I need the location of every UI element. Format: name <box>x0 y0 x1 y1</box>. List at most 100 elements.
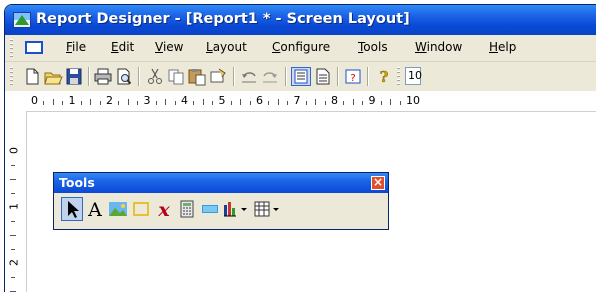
tools-palette: Tools × A x <box>53 172 389 230</box>
ruler-tick <box>315 99 317 105</box>
svg-text:x: x <box>157 199 170 221</box>
toolbar-grip[interactable] <box>10 67 13 86</box>
svg-text:A: A <box>87 199 102 221</box>
layout-view-icon[interactable] <box>291 67 311 86</box>
vertical-ruler-tick <box>11 193 15 194</box>
ruler-tick <box>287 101 289 105</box>
ruler-tick <box>62 101 64 105</box>
vertical-ruler-tick <box>11 165 15 166</box>
ruler-tick <box>137 101 139 105</box>
format-painter-icon[interactable] <box>208 67 228 86</box>
ruler-tick <box>268 101 270 105</box>
menu-configure[interactable]: Configure <box>272 40 330 54</box>
tools-palette-body: A x <box>54 193 388 229</box>
print-preview-icon[interactable] <box>114 67 134 86</box>
copy-icon[interactable] <box>166 67 186 86</box>
ruler-label: 5 <box>218 94 226 107</box>
text-icon[interactable]: A <box>84 197 106 221</box>
ruler-tick <box>43 101 45 105</box>
menu-help[interactable]: Help <box>489 40 516 54</box>
vertical-ruler-tick <box>10 235 16 236</box>
ruler-label: 2 <box>106 94 113 107</box>
document-icon[interactable] <box>25 41 43 54</box>
menu-file[interactable]: File <box>66 40 86 54</box>
menu-view[interactable]: View <box>155 40 183 54</box>
properties-icon[interactable]: ? <box>343 67 363 86</box>
ruler-label: 8 <box>331 94 338 107</box>
menu-bar: File Edit View Layout Configure Tools Wi… <box>5 35 596 62</box>
print-icon[interactable] <box>93 67 113 86</box>
cut-icon[interactable] <box>145 67 165 86</box>
horizontal-ruler: 0 1 2 3 4 5 6 7 8 9 10 <box>26 91 596 112</box>
help-icon[interactable]: ? <box>374 67 394 87</box>
barcode-icon[interactable] <box>199 197 221 221</box>
ruler-tick <box>90 99 92 105</box>
vertical-ruler-tick <box>11 277 15 278</box>
ruler-tick <box>390 99 392 105</box>
ruler-label: 7 <box>293 94 301 107</box>
zoom-field[interactable]: 10 <box>405 67 422 85</box>
ruler-label: 10 <box>406 94 420 107</box>
ruler-tick <box>240 99 242 105</box>
vertical-ruler: 0 1 2 <box>5 111 27 292</box>
ruler-tick <box>212 101 214 105</box>
vertical-ruler-tick <box>11 221 15 222</box>
paste-icon[interactable] <box>187 67 207 86</box>
vertical-ruler-tick <box>10 179 16 180</box>
app-icon <box>13 12 31 28</box>
ruler-tick <box>155 101 157 105</box>
menu-tools[interactable]: Tools <box>358 40 388 54</box>
ruler-tick <box>352 99 354 105</box>
ruler-tick <box>165 99 167 105</box>
vertical-ruler-label: 2 <box>7 259 21 266</box>
svg-text:?: ? <box>350 73 355 84</box>
image-icon[interactable] <box>107 197 129 221</box>
save-icon[interactable] <box>64 67 84 86</box>
ruler-tick <box>118 101 120 105</box>
formula-icon[interactable]: x <box>153 197 175 221</box>
chart-icon[interactable] <box>222 197 250 221</box>
rectangle-icon[interactable] <box>130 197 152 221</box>
open-icon[interactable] <box>43 67 63 86</box>
ruler-tick <box>193 101 195 105</box>
ruler-tick <box>249 101 251 105</box>
page-view-icon[interactable] <box>313 67 333 86</box>
svg-text:?: ? <box>380 68 389 86</box>
menu-layout[interactable]: Layout <box>206 40 247 54</box>
ruler-tick <box>80 101 82 105</box>
ruler-label: 3 <box>143 94 151 107</box>
zoom-grip[interactable] <box>397 67 400 86</box>
ruler-tick <box>324 101 326 105</box>
window-title: Report Designer - [Report1 * - Screen La… <box>36 11 410 27</box>
calculator-icon[interactable] <box>176 197 198 221</box>
report-designer-window: Report Designer - [Report1 * - Screen La… <box>4 4 596 292</box>
undo-icon[interactable] <box>239 67 259 86</box>
close-icon[interactable]: × <box>371 176 385 190</box>
title-bar[interactable]: Report Designer - [Report1 * - Screen La… <box>5 5 596 35</box>
ruler-corner <box>5 91 27 112</box>
table-icon[interactable] <box>253 197 281 221</box>
tools-palette-title-bar[interactable]: Tools × <box>54 173 388 193</box>
ruler-tick <box>277 99 279 105</box>
menu-edit[interactable]: Edit <box>111 40 134 54</box>
ruler-label: 6 <box>256 94 263 107</box>
menubar-grip[interactable] <box>10 39 13 57</box>
ruler-label: 9 <box>368 94 376 107</box>
new-icon[interactable] <box>22 67 42 86</box>
tools-palette-title: Tools <box>59 175 95 190</box>
vertical-ruler-label: 0 <box>7 147 21 154</box>
ruler-tick <box>52 99 54 105</box>
ruler-tick <box>343 101 345 105</box>
ruler-label: 0 <box>31 94 38 107</box>
ruler-tick <box>127 99 129 105</box>
ruler-label: 1 <box>68 94 76 107</box>
ruler-tick <box>380 101 382 105</box>
ruler-tick <box>230 101 232 105</box>
redo-icon[interactable] <box>260 67 280 86</box>
ruler-tick <box>174 101 176 105</box>
ruler-tick <box>202 99 204 105</box>
vertical-ruler-tick <box>11 249 15 250</box>
menu-window[interactable]: Window <box>415 40 462 54</box>
ruler-tick <box>362 101 364 105</box>
pointer-icon[interactable] <box>61 197 83 221</box>
